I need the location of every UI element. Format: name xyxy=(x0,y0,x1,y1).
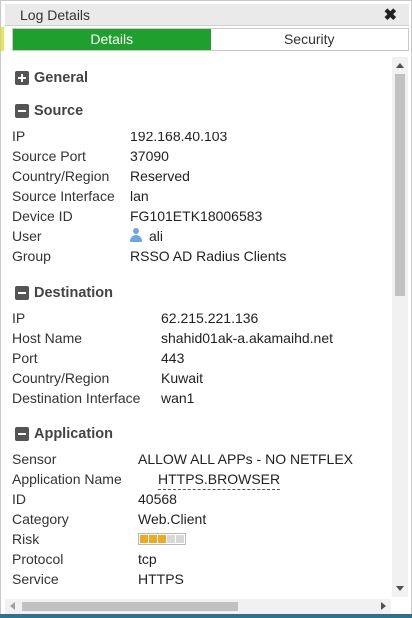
scroll-down-arrow-icon[interactable] xyxy=(396,586,404,591)
risk-segment xyxy=(176,535,184,543)
scroll-right-arrow-icon[interactable] xyxy=(381,602,386,610)
group-value: RSSO AD Radius Clients xyxy=(130,248,287,264)
category-label: Category xyxy=(12,511,69,527)
service-value: HTTPS xyxy=(138,571,184,587)
left-accent-strip xyxy=(1,27,4,51)
user-value[interactable]: ali xyxy=(149,228,163,244)
close-icon[interactable]: ✖ xyxy=(384,5,397,25)
section-application-title: Application xyxy=(34,426,113,442)
user-label: User xyxy=(12,228,42,244)
source-ip-label: IP xyxy=(12,128,26,144)
window-title: Log Details xyxy=(20,7,91,23)
source-ip-value: 192.168.40.103 xyxy=(130,128,228,144)
protocol-value: tcp xyxy=(138,551,157,567)
risk-segment xyxy=(158,535,166,543)
section-general-title: General xyxy=(34,70,88,86)
section-destination-header[interactable]: Destination xyxy=(15,283,113,303)
section-source-header[interactable]: Source xyxy=(15,101,83,121)
destination-port-value: 443 xyxy=(161,350,185,366)
source-interface-label: Source Interface xyxy=(12,188,115,204)
section-general-header[interactable]: General xyxy=(15,68,88,88)
risk-segment xyxy=(167,535,175,543)
collapse-minus-icon xyxy=(15,427,29,441)
destination-interface-value: wan1 xyxy=(161,390,195,406)
tab-bar: Details Security xyxy=(12,28,409,51)
vertical-scrollbar[interactable] xyxy=(392,57,408,597)
details-content: General Source IP 192.168.40.103 Source … xyxy=(1,57,391,597)
source-port-value: 37090 xyxy=(130,148,169,164)
tab-details[interactable]: Details xyxy=(13,29,211,50)
application-name-link[interactable]: HTTPS.BROWSER xyxy=(158,469,281,490)
tab-security[interactable]: Security xyxy=(210,29,408,50)
collapse-minus-icon xyxy=(15,104,29,118)
destination-port-label: Port xyxy=(12,350,38,366)
sensor-value: ALLOW ALL APPs - NO NETFLEX xyxy=(138,451,353,467)
source-port-label: Source Port xyxy=(12,148,86,164)
application-id-label: ID xyxy=(12,491,26,507)
user-icon xyxy=(130,228,142,242)
risk-meter xyxy=(138,533,186,545)
source-country-label: Country/Region xyxy=(12,168,110,184)
category-value: Web.Client xyxy=(138,511,207,527)
risk-segment xyxy=(140,535,148,543)
destination-interface-label: Destination Interface xyxy=(12,390,141,406)
host-name-value: shahid01ak-a.akamaihd.net xyxy=(161,330,334,346)
destination-country-label: Country/Region xyxy=(12,370,110,386)
service-label: Service xyxy=(12,571,59,587)
device-id-label: Device ID xyxy=(12,208,73,224)
host-name-label: Host Name xyxy=(12,330,83,346)
application-name-label: Application Name xyxy=(12,471,122,487)
scroll-up-arrow-icon[interactable] xyxy=(396,63,404,68)
group-label: Group xyxy=(12,248,51,264)
vertical-scroll-thumb[interactable] xyxy=(395,74,405,296)
scroll-left-arrow-icon[interactable] xyxy=(10,602,15,610)
collapse-minus-icon xyxy=(15,286,29,300)
device-id-value: FG101ETK18006583 xyxy=(130,208,263,224)
expand-plus-icon xyxy=(15,71,29,85)
section-source-title: Source xyxy=(34,103,84,119)
source-country-value: Reserved xyxy=(130,168,190,184)
destination-ip-value: 62.215.221.136 xyxy=(161,310,259,326)
risk-segment xyxy=(149,535,157,543)
risk-label: Risk xyxy=(12,531,40,547)
horizontal-scrollbar[interactable] xyxy=(5,599,391,614)
horizontal-scroll-thumb[interactable] xyxy=(22,602,238,611)
bottom-border-line xyxy=(0,614,412,618)
application-id-value: 40568 xyxy=(138,491,177,507)
destination-country-value: Kuwait xyxy=(161,370,204,386)
section-destination-title: Destination xyxy=(34,285,113,301)
source-interface-value: lan xyxy=(130,188,149,204)
title-bar: Log Details ✖ xyxy=(5,4,409,26)
destination-ip-label: IP xyxy=(12,310,26,326)
log-details-panel: Log Details ✖ Details Security General S… xyxy=(0,0,412,618)
section-application-header[interactable]: Application xyxy=(15,424,113,444)
protocol-label: Protocol xyxy=(12,551,64,567)
sensor-label: Sensor xyxy=(12,451,57,467)
user-value-wrap: ali xyxy=(130,226,163,246)
